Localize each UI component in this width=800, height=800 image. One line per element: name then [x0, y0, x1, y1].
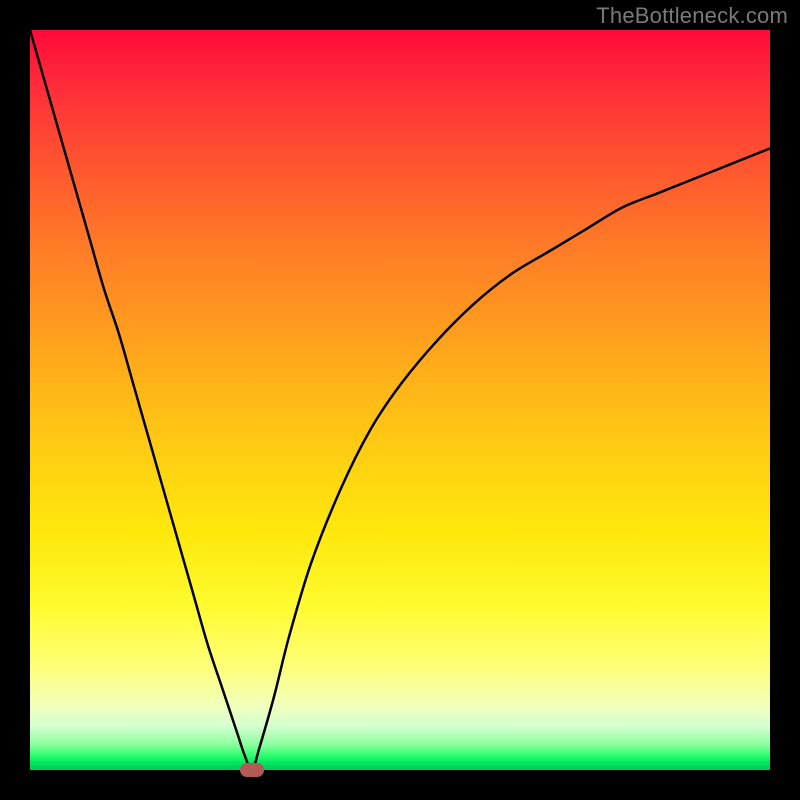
plot-area [30, 30, 770, 770]
minimum-marker [240, 763, 264, 777]
curve-svg [30, 30, 770, 770]
bottleneck-curve [30, 30, 770, 770]
watermark-text: TheBottleneck.com [596, 3, 788, 29]
chart-frame: TheBottleneck.com [0, 0, 800, 800]
